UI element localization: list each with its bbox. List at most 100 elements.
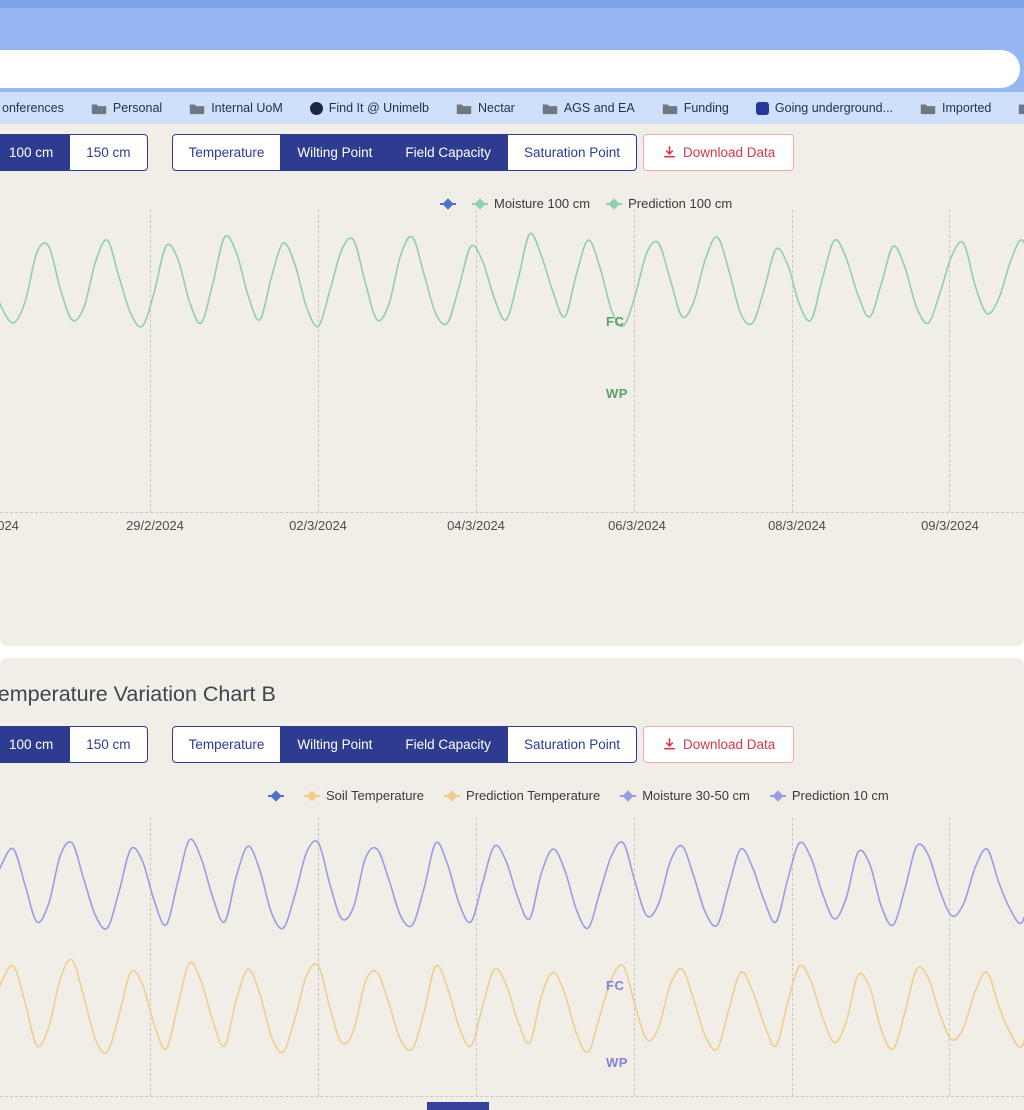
diamond-marker-icon bbox=[306, 790, 317, 801]
button-field-capacity[interactable]: Field Capacity bbox=[388, 726, 508, 763]
depth-toggle-group: 100 cm 150 cm bbox=[0, 726, 148, 763]
bookmark-label: Personal bbox=[113, 101, 162, 115]
legend-item[interactable]: Moisture 30-50 cm bbox=[620, 788, 750, 803]
folder-icon bbox=[662, 102, 678, 115]
x-axis-tick-label: 06/3/2024 bbox=[592, 518, 682, 533]
bookmark-label: Funding bbox=[684, 101, 729, 115]
browser-tab-strip bbox=[0, 0, 1024, 8]
legend-item[interactable]: Prediction 100 cm bbox=[606, 196, 732, 211]
moisture-30-50-line-chart[interactable] bbox=[0, 828, 1024, 938]
download-label: Download Data bbox=[683, 145, 775, 160]
legend-label: Moisture 100 cm bbox=[494, 196, 590, 211]
moisture-chart-card: 100 cm 150 cm Temperature Wilting Point … bbox=[0, 124, 1024, 646]
chart-a-legend: Moisture 100 cm Prediction 100 cm bbox=[440, 196, 732, 211]
field-capacity-annotation: FC bbox=[606, 314, 624, 329]
legend-label: Soil Temperature bbox=[326, 788, 424, 803]
bookmark-label: Going underground... bbox=[775, 101, 893, 115]
legend-label: Prediction 10 cm bbox=[792, 788, 889, 803]
diamond-marker-icon bbox=[772, 790, 783, 801]
series-marker bbox=[444, 795, 460, 797]
bookmark-item[interactable]: Nectar bbox=[456, 101, 515, 115]
legend-item[interactable]: Soil Temperature bbox=[304, 788, 424, 803]
x-axis-tick-label: 09/3/2024 bbox=[905, 518, 995, 533]
bookmark-item[interactable]: onferences bbox=[2, 101, 64, 115]
folder-icon bbox=[456, 102, 472, 115]
bookmark-item[interactable]: Personal bbox=[91, 101, 162, 115]
bookmark-item[interactable]: Internal UoM bbox=[189, 101, 283, 115]
legend-label: Moisture 30-50 cm bbox=[642, 788, 750, 803]
series-marker bbox=[606, 203, 622, 205]
browser-toolbar bbox=[0, 8, 1024, 92]
folder-icon bbox=[920, 102, 936, 115]
diamond-marker-icon bbox=[474, 198, 485, 209]
bookmark-item[interactable]: Co bbox=[1018, 101, 1024, 115]
diamond-marker-icon bbox=[623, 790, 634, 801]
button-temperature[interactable]: Temperature bbox=[172, 134, 282, 171]
legend-item[interactable] bbox=[268, 795, 284, 797]
folder-icon bbox=[91, 102, 107, 115]
download-label: Download Data bbox=[683, 737, 775, 752]
bookmark-label: Imported bbox=[942, 101, 991, 115]
download-icon bbox=[662, 737, 677, 752]
address-bar[interactable] bbox=[0, 50, 1020, 88]
bookmark-label: AGS and EA bbox=[564, 101, 635, 115]
button-field-capacity[interactable]: Field Capacity bbox=[388, 134, 508, 171]
site-favicon-icon bbox=[756, 102, 769, 115]
wilting-point-annotation: WP bbox=[606, 386, 628, 401]
legend-item[interactable] bbox=[440, 203, 456, 205]
button-temperature[interactable]: Temperature bbox=[172, 726, 282, 763]
button-150cm[interactable]: 150 cm bbox=[69, 134, 147, 171]
moisture-line-chart[interactable] bbox=[0, 210, 1024, 340]
download-data-button[interactable]: Download Data bbox=[643, 134, 794, 171]
button-100cm[interactable]: 100 cm bbox=[0, 726, 70, 763]
x-axis-tick-label: 02/3/2024 bbox=[273, 518, 363, 533]
x-axis-line bbox=[0, 512, 1024, 513]
folder-icon bbox=[189, 102, 205, 115]
series-marker bbox=[620, 795, 636, 797]
chart-b-legend: Soil Temperature Prediction Temperature … bbox=[268, 788, 889, 803]
x-axis-tick-label: 08/3/2024 bbox=[752, 518, 842, 533]
field-capacity-annotation: FC bbox=[606, 978, 624, 993]
button-saturation-point[interactable]: Saturation Point bbox=[507, 134, 637, 171]
partially-visible-element bbox=[427, 1102, 489, 1110]
folder-icon bbox=[542, 102, 558, 115]
metric-toggle-group: Temperature Wilting Point Field Capacity… bbox=[172, 726, 637, 763]
depth-toggle-group: 100 cm 150 cm bbox=[0, 134, 148, 171]
download-icon bbox=[662, 145, 677, 160]
chart-b-title: Temperature Variation Chart B bbox=[0, 682, 276, 707]
diamond-marker-icon bbox=[270, 790, 281, 801]
bookmarks-bar: onferences Personal Internal UoM Find It… bbox=[0, 92, 1024, 124]
button-100cm[interactable]: 100 cm bbox=[0, 134, 70, 171]
series-marker bbox=[268, 795, 284, 797]
folder-icon bbox=[1018, 102, 1024, 115]
chart-a-controls: 100 cm 150 cm Temperature Wilting Point … bbox=[0, 134, 794, 171]
series-marker bbox=[472, 203, 488, 205]
bookmark-label: Internal UoM bbox=[211, 101, 283, 115]
legend-item[interactable]: Moisture 100 cm bbox=[472, 196, 590, 211]
button-150cm[interactable]: 150 cm bbox=[69, 726, 147, 763]
button-saturation-point[interactable]: Saturation Point bbox=[507, 726, 637, 763]
wilting-point-annotation: WP bbox=[606, 1055, 628, 1070]
legend-item[interactable]: Prediction Temperature bbox=[444, 788, 600, 803]
legend-item[interactable]: Prediction 10 cm bbox=[770, 788, 889, 803]
soil-temperature-line-chart[interactable] bbox=[0, 948, 1024, 1060]
button-wilting-point[interactable]: Wilting Point bbox=[280, 134, 389, 171]
metric-toggle-group: Temperature Wilting Point Field Capacity… bbox=[172, 134, 637, 171]
button-wilting-point[interactable]: Wilting Point bbox=[280, 726, 389, 763]
x-axis-line bbox=[0, 1096, 1024, 1097]
bookmark-item[interactable]: Funding bbox=[662, 101, 729, 115]
bookmark-item[interactable]: Imported bbox=[920, 101, 991, 115]
download-data-button[interactable]: Download Data bbox=[643, 726, 794, 763]
x-axis-tick-label: 04/3/2024 bbox=[431, 518, 521, 533]
chart-b-controls: 100 cm 150 cm Temperature Wilting Point … bbox=[0, 726, 794, 763]
bookmark-item[interactable]: AGS and EA bbox=[542, 101, 635, 115]
bookmark-label: Find It @ Unimelb bbox=[329, 101, 429, 115]
series-marker bbox=[770, 795, 786, 797]
bookmark-item[interactable]: Going underground... bbox=[756, 101, 893, 115]
legend-label: Prediction 100 cm bbox=[628, 196, 732, 211]
bookmark-label: Nectar bbox=[478, 101, 515, 115]
bookmark-item[interactable]: Find It @ Unimelb bbox=[310, 101, 429, 115]
diamond-marker-icon bbox=[446, 790, 457, 801]
series-marker bbox=[304, 795, 320, 797]
x-axis-tick-label: 27/2/2024 bbox=[0, 518, 35, 533]
